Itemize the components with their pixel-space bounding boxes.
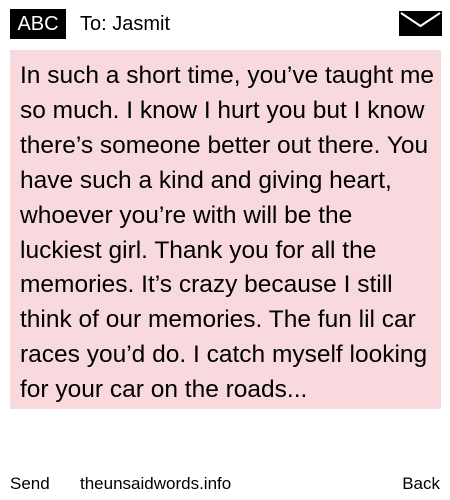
footer-bar: Send theunsaidwords.info Back [0,470,450,498]
envelope-icon[interactable] [399,11,442,36]
recipient-label: To: Jasmit [80,13,171,35]
send-button[interactable]: Send [10,470,50,498]
back-button[interactable]: Back [402,470,440,498]
header-bar: ABC To: Jasmit [0,0,450,46]
input-mode-badge[interactable]: ABC [10,9,66,39]
message-body: In such a short time, you’ve taught me s… [20,62,434,404]
site-label: theunsaidwords.info [80,474,232,493]
